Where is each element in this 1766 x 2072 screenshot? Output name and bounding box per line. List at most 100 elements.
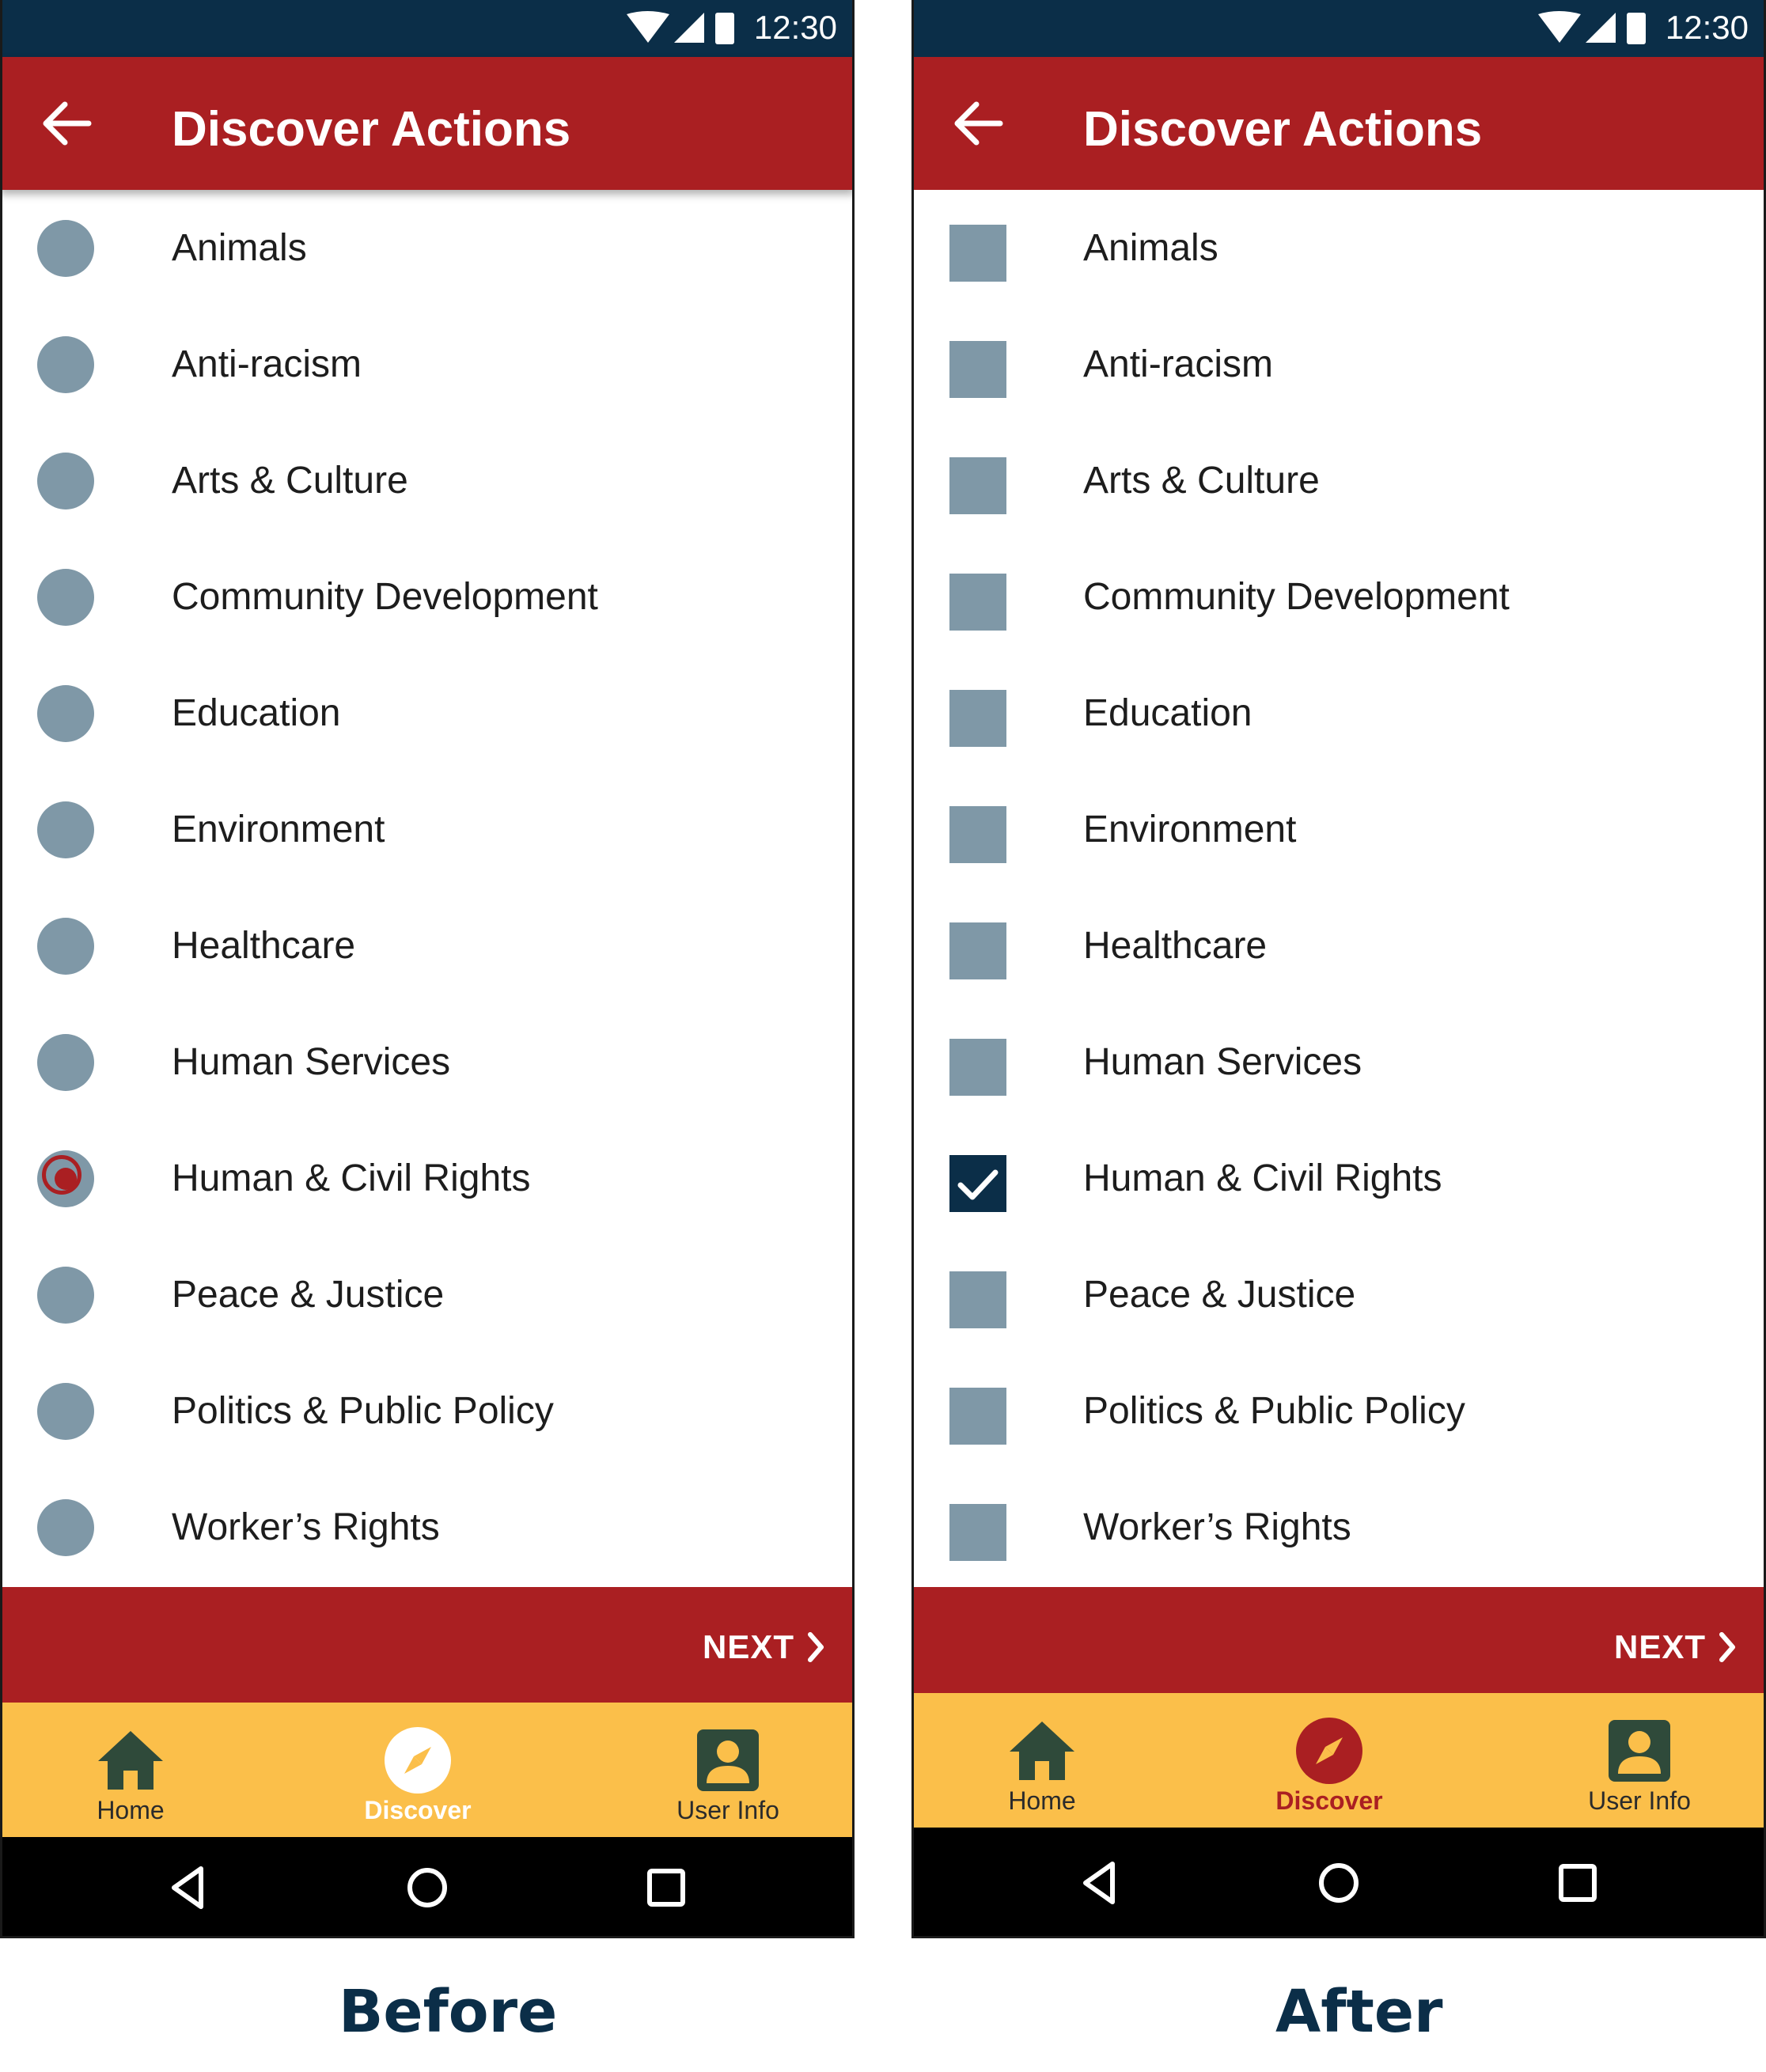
recents-square-icon[interactable] (642, 1864, 690, 1911)
checkbox[interactable] (949, 1504, 1006, 1561)
category-row[interactable]: Healthcare (911, 888, 1766, 1004)
nav-discover[interactable]: Discover (331, 1703, 505, 1837)
next-button[interactable]: NEXT (1614, 1625, 1736, 1669)
nav-user-info-label: User Info (676, 1796, 779, 1824)
checkbox[interactable] (949, 574, 1006, 631)
category-row[interactable]: Community Development (911, 539, 1766, 655)
phone-before: 12:30 Discover Actions Animals Anti-racis… (0, 0, 855, 1938)
app-bar: Discover Actions (0, 57, 855, 190)
category-label: Politics & Public Policy (172, 1390, 554, 1432)
category-row[interactable]: Education (911, 655, 1766, 771)
wifi-icon (627, 11, 669, 43)
checkbox[interactable] (949, 1388, 1006, 1445)
system-nav-bar (0, 1837, 855, 1938)
recents-square-icon[interactable] (1554, 1859, 1601, 1907)
status-time: 12:30 (753, 9, 837, 46)
radio-button[interactable] (37, 1383, 94, 1440)
nav-user-info-label: User Info (1588, 1786, 1691, 1815)
checkbox-checked[interactable] (949, 1155, 1006, 1212)
category-row[interactable]: Peace & Justice (911, 1237, 1766, 1353)
nav-home-label: Home (97, 1796, 165, 1824)
back-arrow-icon[interactable] (40, 98, 95, 149)
user-info-icon (697, 1729, 759, 1791)
category-row[interactable]: Arts & Culture (0, 422, 855, 539)
compass-icon (1296, 1718, 1362, 1784)
radio-button[interactable] (37, 453, 94, 509)
status-time: 12:30 (1665, 9, 1749, 46)
nav-home[interactable]: Home (955, 1693, 1129, 1828)
caption-after: After (1275, 1978, 1443, 2046)
nav-user-info[interactable]: User Info (1552, 1693, 1726, 1828)
radio-button[interactable] (37, 336, 94, 393)
category-row[interactable]: Anti-racism (0, 306, 855, 422)
nav-user-info[interactable]: User Info (641, 1703, 815, 1837)
status-bar: 12:30 (911, 0, 1766, 57)
category-row[interactable]: Animals (0, 190, 855, 306)
signal-icon (674, 13, 704, 43)
category-row[interactable]: Politics & Public Policy (911, 1353, 1766, 1469)
home-icon (98, 1731, 163, 1790)
category-row[interactable]: Animals (911, 190, 1766, 306)
category-row[interactable]: Environment (911, 771, 1766, 888)
category-label: Animals (1083, 227, 1218, 269)
category-label: Community Development (172, 576, 598, 618)
next-button[interactable]: NEXT (703, 1625, 824, 1669)
radio-button[interactable] (37, 569, 94, 626)
nav-home[interactable]: Home (44, 1703, 218, 1837)
category-row[interactable]: Worker’s Rights (911, 1469, 1766, 1585)
home-circle-icon[interactable] (1315, 1859, 1362, 1907)
chevron-right-icon (808, 1632, 824, 1662)
category-row[interactable]: Human Services (911, 1004, 1766, 1120)
category-row[interactable]: Worker’s Rights (0, 1469, 855, 1585)
radio-button[interactable] (37, 801, 94, 858)
radio-button[interactable] (37, 918, 94, 975)
radio-button[interactable] (37, 1499, 94, 1556)
category-row[interactable]: Anti-racism (911, 306, 1766, 422)
category-label: Environment (1083, 809, 1297, 850)
checkbox[interactable] (949, 806, 1006, 863)
category-label: Human Services (172, 1041, 451, 1083)
category-row[interactable]: Human Services (0, 1004, 855, 1120)
radio-button[interactable] (37, 220, 94, 277)
category-row[interactable]: Education (0, 655, 855, 771)
category-row[interactable]: Human & Civil Rights (0, 1120, 855, 1237)
home-circle-icon[interactable] (404, 1864, 451, 1911)
radio-selected[interactable] (37, 1150, 94, 1207)
checkbox[interactable] (949, 690, 1006, 747)
next-label: NEXT (1613, 1628, 1706, 1665)
category-row[interactable]: Healthcare (0, 888, 855, 1004)
checkbox[interactable] (949, 1271, 1006, 1328)
signal-icon (1586, 13, 1616, 43)
category-row[interactable]: Politics & Public Policy (0, 1353, 855, 1469)
nav-discover[interactable]: Discover (1242, 1693, 1416, 1828)
category-label: Human & Civil Rights (172, 1157, 531, 1199)
category-label: Politics & Public Policy (1083, 1390, 1465, 1432)
radio-button[interactable] (37, 1267, 94, 1324)
category-label: Arts & Culture (1083, 460, 1320, 502)
phone-after: 12:30 Discover Actions Animals Anti-racis… (911, 0, 1766, 1938)
back-arrow-icon[interactable] (951, 98, 1006, 149)
checkbox[interactable] (949, 1039, 1006, 1096)
checkbox[interactable] (949, 922, 1006, 979)
category-label: Worker’s Rights (172, 1506, 440, 1548)
category-label: Healthcare (172, 925, 356, 967)
status-icons (1538, 11, 1646, 44)
checkbox[interactable] (949, 457, 1006, 514)
radio-button[interactable] (37, 1034, 94, 1091)
home-icon (1010, 1722, 1074, 1780)
category-label: Education (1083, 692, 1252, 734)
category-row[interactable]: Environment (0, 771, 855, 888)
back-triangle-icon[interactable] (166, 1864, 214, 1911)
chevron-right-icon (1719, 1632, 1735, 1662)
back-triangle-icon[interactable] (1078, 1859, 1125, 1907)
user-info-icon (1609, 1720, 1670, 1782)
checkbox[interactable] (949, 341, 1006, 398)
category-row[interactable]: Peace & Justice (0, 1237, 855, 1353)
checkmark-icon (957, 1169, 999, 1200)
checkbox[interactable] (949, 225, 1006, 282)
category-label: Human & Civil Rights (1083, 1157, 1442, 1199)
category-row[interactable]: Human & Civil Rights (911, 1120, 1766, 1237)
radio-button[interactable] (37, 685, 94, 742)
category-row[interactable]: Community Development (0, 539, 855, 655)
category-row[interactable]: Arts & Culture (911, 422, 1766, 539)
